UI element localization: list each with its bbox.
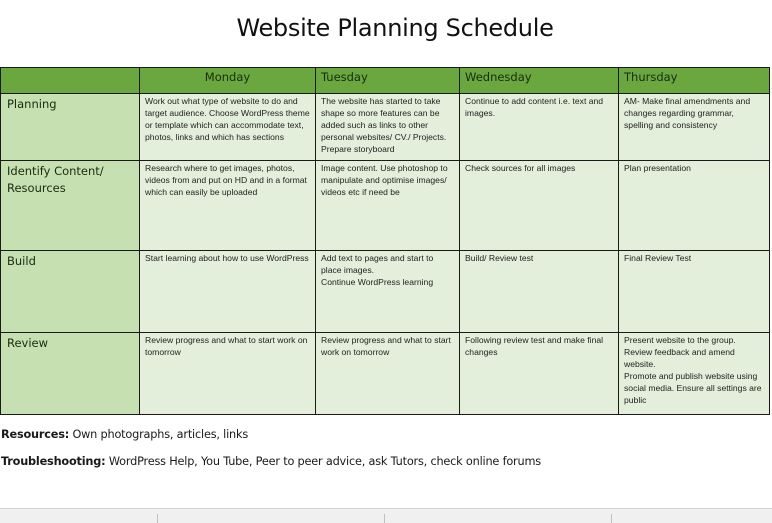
document-title: Website Planning Schedule	[236, 14, 554, 42]
header-monday: Monday	[139, 67, 316, 94]
cell-build-thursday: Final Review Test	[618, 250, 770, 333]
table-row-review: Review Review progress and what to start…	[0, 332, 770, 415]
cell-planning-monday: Work out what type of website to do and …	[139, 93, 316, 161]
cell-build-wednesday: Build/ Review test	[459, 250, 619, 333]
table-header-row: Monday Tuesday Wednesday Thursday	[0, 67, 770, 94]
status-bar-divider	[157, 514, 158, 523]
cell-identify-wednesday: Check sources for all images	[459, 160, 619, 251]
header-tuesday: Tuesday	[315, 67, 460, 94]
status-bar	[0, 508, 772, 523]
cell-planning-wednesday: Continue to add content i.e. text and im…	[459, 93, 619, 161]
cell-planning-thursday: AM- Make final amendments and changes re…	[618, 93, 770, 161]
table-row-build: Build Start learning about how to use Wo…	[0, 250, 770, 333]
troubleshooting-note: Troubleshooting: WordPress Help, You Tub…	[1, 455, 541, 468]
row-label-review: Review	[0, 332, 140, 415]
cell-review-tuesday: Review progress and what to start work o…	[315, 332, 460, 415]
status-bar-divider	[384, 514, 385, 523]
resources-label: Resources:	[1, 428, 70, 441]
troubleshooting-label: Troubleshooting:	[1, 455, 106, 468]
troubleshooting-text: WordPress Help, You Tube, Peer to peer a…	[105, 455, 541, 468]
cell-identify-monday: Research where to get images, photos, vi…	[139, 160, 316, 251]
table-row-planning: Planning Work out what type of website t…	[0, 93, 770, 161]
table-row-identify-content: Identify Content/ Resources Research whe…	[0, 160, 770, 251]
cell-identify-tuesday: Image content. Use photoshop to manipula…	[315, 160, 460, 251]
status-bar-divider	[611, 514, 612, 523]
cell-identify-thursday: Plan presentation	[618, 160, 770, 251]
row-label-build: Build	[0, 250, 140, 333]
schedule-table: Monday Tuesday Wednesday Thursday Planni…	[0, 67, 770, 415]
cell-planning-tuesday: The website has started to take shape so…	[315, 93, 460, 161]
header-corner-cell	[0, 67, 140, 94]
header-thursday: Thursday	[618, 67, 770, 94]
cell-review-thursday: Present website to the group. Review fee…	[618, 332, 770, 415]
cell-build-monday: Start learning about how to use WordPres…	[139, 250, 316, 333]
cell-build-tuesday: Add text to pages and start to place ima…	[315, 250, 460, 333]
header-wednesday: Wednesday	[459, 67, 619, 94]
resources-text: Own photographs, articles, links	[69, 428, 249, 441]
row-label-identify-content: Identify Content/ Resources	[0, 160, 140, 251]
cell-review-wednesday: Following review test and make final cha…	[459, 332, 619, 415]
row-label-planning: Planning	[0, 93, 140, 161]
cell-review-monday: Review progress and what to start work o…	[139, 332, 316, 415]
resources-note: Resources: Own photographs, articles, li…	[1, 428, 248, 441]
